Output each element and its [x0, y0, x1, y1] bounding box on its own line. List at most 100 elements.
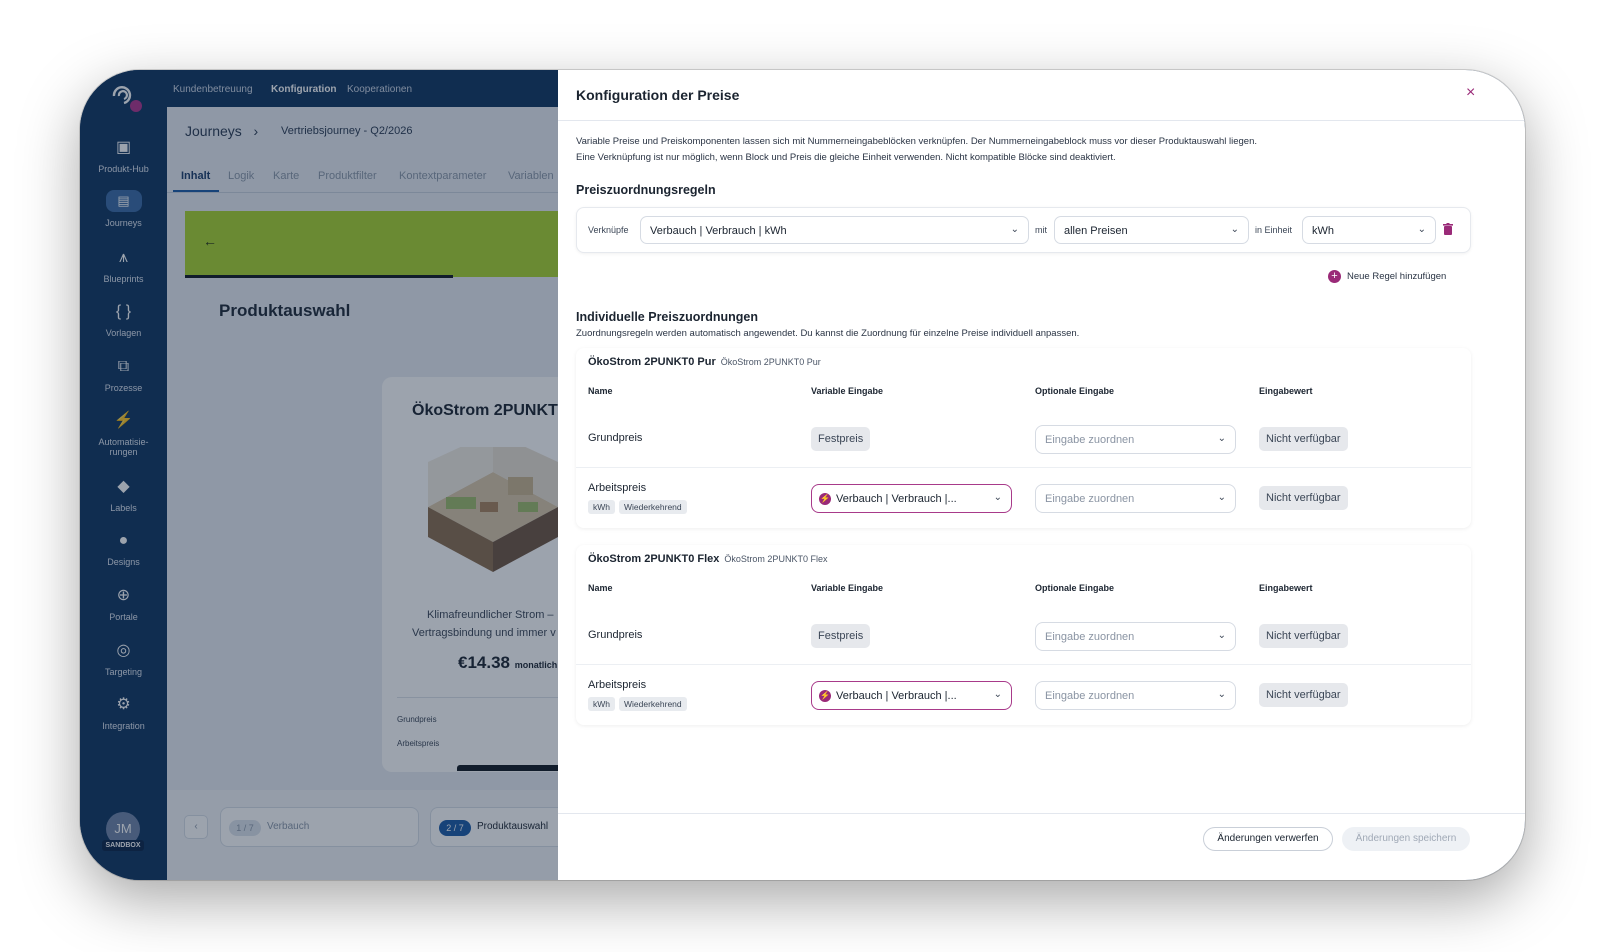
optional-input-select[interactable]: Eingabe zuordnen ⌄ [1035, 622, 1236, 651]
step-verbauch[interactable]: 1 / 7 Verbauch [220, 807, 419, 847]
rule-label-unit: in Einheit [1255, 225, 1293, 235]
close-icon[interactable]: × [1466, 84, 1475, 102]
sidebar-item-label: Designs [107, 557, 140, 567]
rule-link-select[interactable]: Verbauch | Verbrauch | kWh ⌄ [640, 216, 1029, 244]
tab-kontextparameter[interactable]: Kontextparameter [399, 170, 486, 182]
sidebar-item-vorlagen[interactable]: { } Vorlagen [80, 302, 167, 338]
chevron-down-icon: ⌄ [993, 689, 1002, 700]
card-price-row-arbeitspreis: Arbeitspreis [397, 739, 440, 748]
optional-input-placeholder: Eingabe zuordnen [1045, 434, 1135, 446]
price-name: Arbeitspreis [588, 482, 647, 494]
sidebar-item-label-1: Automatisie- [98, 437, 149, 447]
chevron-down-icon: ⌄ [1217, 689, 1226, 700]
palette-icon: ● [118, 532, 129, 549]
sidebar-item-blueprints[interactable]: ⩚ Blueprints [80, 248, 167, 284]
panel-title: Konfiguration der Preise [576, 87, 740, 103]
breadcrumb-journeys[interactable]: Journeys › [185, 123, 258, 139]
chevron-down-icon: ⌄ [1217, 630, 1226, 641]
optional-input-select[interactable]: Eingabe zuordnen ⌄ [1035, 681, 1236, 710]
rule-prices-select[interactable]: allen Preisen ⌄ [1054, 216, 1249, 244]
arrow-left-icon[interactable]: ← [203, 233, 217, 249]
product-name: ÖkoStrom 2PUNKT0 Flex ÖkoStrom 2PUNKT0 Fl… [588, 553, 828, 565]
app-logo[interactable] [110, 82, 142, 112]
topnav-konfiguration[interactable]: Konfiguration [271, 84, 337, 95]
input-value-chip: Nicht verfügbar [1259, 683, 1348, 707]
topnav-kooperationen[interactable]: Kooperationen [347, 84, 412, 95]
chevron-left-icon[interactable]: ‹ [184, 815, 208, 839]
sidebar-item-integration[interactable]: ⚙ Integration [80, 695, 167, 731]
input-value-chip: Nicht verfügbar [1259, 624, 1348, 648]
variable-input-value: Verbauch | Verbrauch |... [836, 493, 957, 505]
optional-input-placeholder: Eingabe zuordnen [1045, 493, 1135, 505]
plus-icon: + [1328, 270, 1341, 283]
breadcrumb-current: Vertriebsjourney - Q2/2026 [281, 125, 413, 137]
row-divider [576, 467, 1471, 468]
unit-tag: kWh [588, 500, 615, 514]
tab-karte[interactable]: Karte [273, 170, 299, 182]
tab-variablen[interactable]: Variablen [508, 170, 554, 182]
card-select-button[interactable] [457, 765, 562, 771]
rule-label-with: mit [1035, 225, 1047, 235]
trash-icon[interactable] [1442, 223, 1454, 237]
divider [558, 813, 1525, 814]
sidebar-item-label: Labels [110, 503, 137, 513]
preview-header: ← [185, 211, 567, 277]
chevron-down-icon: ⌄ [1230, 224, 1239, 235]
column-header-optional: Optionale Eingabe [1035, 583, 1115, 593]
sidebar-item-targeting[interactable]: ◎ Targeting [80, 641, 167, 677]
sidebar-item-designs[interactable]: ● Designs [80, 531, 167, 567]
product-price-table: ÖkoStrom 2PUNKT0 Pur ÖkoStrom 2PUNKT0 Pur… [576, 348, 1471, 528]
sidebar-item-label: Vorlagen [105, 328, 142, 338]
recurring-tag: Wiederkehrend [619, 697, 687, 711]
step-produktauswahl[interactable]: 2 / 7 Produktauswahl [430, 807, 567, 847]
app-window: ▣ Produkt-Hub ▤ Journeys ⩚ Blueprints { … [80, 70, 1525, 880]
active-tab-indicator [173, 190, 219, 192]
sidebar-item-label: Produkt-Hub [98, 164, 149, 174]
chevron-down-icon: ⌄ [1010, 224, 1019, 235]
processes-icon: ⧉ [117, 358, 130, 375]
rule-label-link: Verknüpfe [588, 225, 629, 235]
sidebar-item-label: Journeys [105, 218, 142, 228]
rule-unit-select[interactable]: kWh ⌄ [1302, 216, 1436, 244]
variable-input-select[interactable]: ⚡ Verbauch | Verbrauch |... ⌄ [811, 484, 1012, 513]
sidebar-item-produkt-hub[interactable]: ▣ Produkt-Hub [80, 138, 167, 174]
progress-bar [185, 275, 453, 278]
product-subname: ÖkoStrom 2PUNKT0 Flex [724, 554, 828, 564]
sidebar-item-prozesse[interactable]: ⧉ Prozesse [80, 357, 167, 393]
room-illustration [418, 432, 568, 587]
step-label: Produktauswahl [477, 821, 549, 832]
sidebar-item-label: Integration [102, 721, 145, 731]
column-header-optional: Optionale Eingabe [1035, 386, 1115, 396]
sidebar-item-label: Targeting [104, 667, 143, 677]
chevron-down-icon: ⌄ [993, 492, 1002, 503]
price-name: Grundpreis [588, 432, 643, 444]
intro-text-2: Eine Verknüpfung ist nur möglich, wenn B… [576, 152, 1116, 163]
rules-section-title: Preiszuordnungsregeln [576, 183, 716, 197]
tab-produktfilter[interactable]: Produktfilter [318, 170, 377, 182]
chevron-down-icon: ⌄ [1417, 224, 1426, 235]
variable-input-select[interactable]: ⚡ Verbauch | Verbrauch |... ⌄ [811, 681, 1012, 710]
sidebar-item-journeys[interactable]: ▤ Journeys [80, 190, 167, 228]
breadcrumb-separator-icon: › [253, 123, 259, 139]
rule-prices-value: allen Preisen [1064, 225, 1128, 237]
tab-inhalt[interactable]: Inhalt [181, 170, 210, 182]
tab-logik[interactable]: Logik [228, 170, 254, 182]
sidebar-item-automatisierungen[interactable]: ⚡ Automatisie- rungen [80, 411, 167, 457]
individual-section-subtitle: Zuordnungsregeln werden automatisch ange… [576, 328, 1080, 339]
sidebar-item-portale[interactable]: ⊕ Portale [80, 586, 167, 622]
optional-input-placeholder: Eingabe zuordnen [1045, 631, 1135, 643]
product-name: ÖkoStrom 2PUNKT0 Pur ÖkoStrom 2PUNKT0 Pur [588, 356, 821, 368]
discard-changes-button[interactable]: Änderungen verwerfen [1203, 827, 1333, 851]
add-rule-button[interactable]: + Neue Regel hinzufügen [1328, 270, 1446, 283]
optional-input-select[interactable]: Eingabe zuordnen ⌄ [1035, 425, 1236, 454]
sidebar-item-label: Prozesse [104, 383, 143, 393]
column-header-name: Name [588, 386, 613, 396]
optional-input-select[interactable]: Eingabe zuordnen ⌄ [1035, 484, 1236, 513]
sidebar-item-labels[interactable]: ◆ Labels [80, 477, 167, 513]
save-changes-button[interactable]: Änderungen speichern [1342, 827, 1470, 851]
step-label: Verbauch [267, 821, 310, 832]
topnav-kundenbetreuung[interactable]: Kundenbetreuung [173, 84, 253, 95]
step-number: 1 / 7 [229, 820, 261, 836]
product-card: ÖkoStrom 2PUNKT Klimafreundlicher Strom … [382, 377, 567, 772]
variable-input-value: Verbauch | Verbrauch |... [836, 690, 957, 702]
